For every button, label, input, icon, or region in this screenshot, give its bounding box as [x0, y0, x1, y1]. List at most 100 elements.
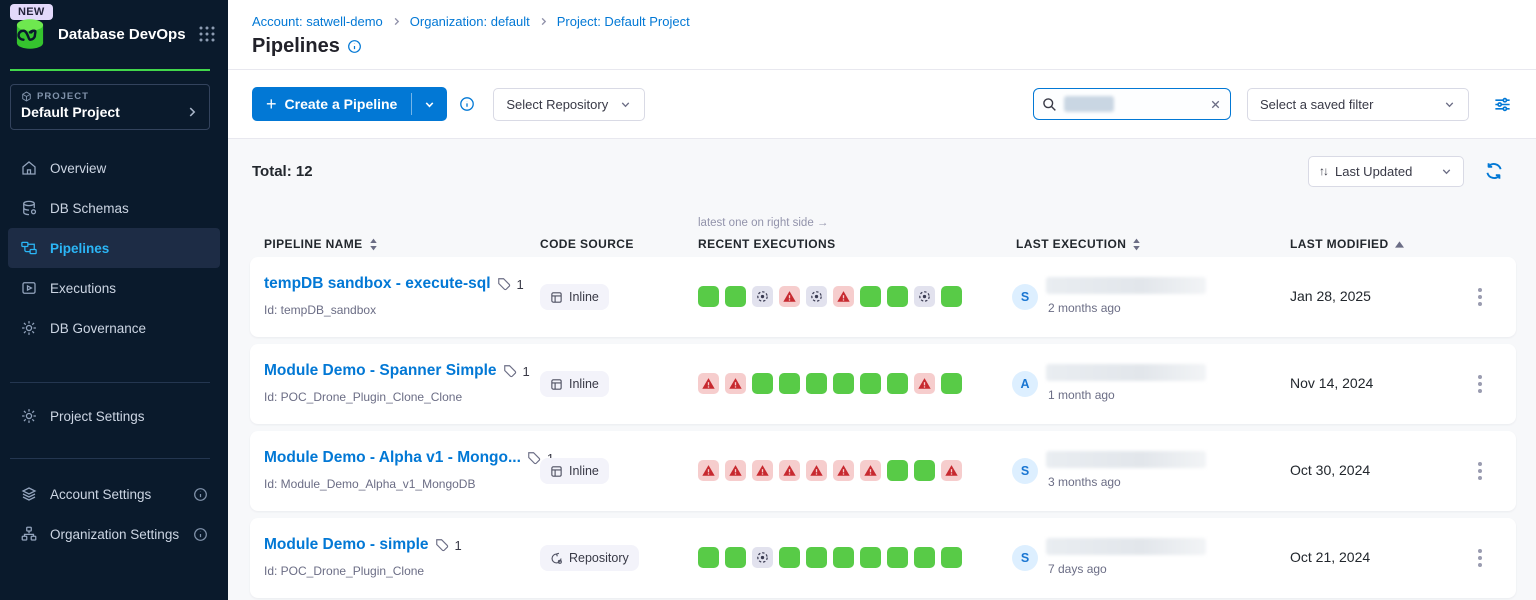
sidebar-item-pipelines[interactable]: Pipelines: [8, 228, 220, 268]
app-grid-icon[interactable]: [198, 25, 216, 43]
close-icon[interactable]: [1209, 98, 1222, 111]
execution-status-failed[interactable]: [698, 373, 719, 394]
cube-icon: [21, 91, 32, 102]
execution-status-success[interactable]: [725, 286, 746, 307]
refresh-icon[interactable]: [1484, 161, 1504, 181]
execution-status-success[interactable]: [887, 373, 908, 394]
sort-dropdown[interactable]: ↑↓ Last Updated: [1308, 156, 1464, 187]
execution-status-failed[interactable]: [914, 373, 935, 394]
table-row[interactable]: Module Demo - Alpha v1 - Mongo... 1 Id: …: [250, 431, 1516, 511]
pipeline-name-link[interactable]: Module Demo - Alpha v1 - Mongo...: [264, 449, 521, 467]
column-header-last-modified[interactable]: LAST MODIFIED: [1290, 237, 1404, 251]
sidebar-item-db-schemas[interactable]: DB Schemas: [8, 188, 220, 228]
execution-status-success[interactable]: [698, 547, 719, 568]
sidebar-item-overview[interactable]: Overview: [8, 148, 220, 188]
avatar[interactable]: S: [1012, 545, 1038, 571]
saved-filter-label: Select a saved filter: [1260, 97, 1373, 112]
select-repository-label: Select Repository: [506, 97, 608, 112]
sidebar-item-db-governance[interactable]: DB Governance: [8, 308, 220, 348]
breadcrumb-account-link[interactable]: Account: satwell-demo: [252, 14, 383, 29]
saved-filter-dropdown[interactable]: Select a saved filter: [1247, 88, 1469, 121]
code-source-badge: Inline: [540, 458, 609, 484]
table-row[interactable]: Module Demo - Spanner Simple 1 Id: POC_D…: [250, 344, 1516, 424]
execution-status-success[interactable]: [806, 547, 827, 568]
pipeline-icon: [20, 239, 38, 257]
execution-status-success[interactable]: [887, 460, 908, 481]
table-row[interactable]: Module Demo - simple 1 Id: POC_Drone_Plu…: [250, 518, 1516, 598]
sidebar: NEW Database DevOps PROJECT: [0, 0, 228, 600]
execution-status-success[interactable]: [914, 547, 935, 568]
sidebar-item-organization-settings[interactable]: Organization Settings: [8, 514, 220, 554]
sidebar-item-account-settings[interactable]: Account Settings: [8, 474, 220, 514]
execution-status-success[interactable]: [806, 373, 827, 394]
search-box[interactable]: [1033, 88, 1231, 120]
execution-status-success[interactable]: [860, 547, 881, 568]
pipeline-name-link[interactable]: Module Demo - simple: [264, 536, 429, 554]
execution-status-failed[interactable]: [941, 460, 962, 481]
execution-status-success[interactable]: [833, 373, 854, 394]
last-modified-date: Nov 14, 2024: [1290, 375, 1373, 391]
breadcrumb-organization-link[interactable]: Organization: default: [410, 14, 530, 29]
breadcrumb: Account: satwell-demo Organization: defa…: [252, 14, 1536, 29]
execution-status-success[interactable]: [779, 373, 800, 394]
execution-status-success[interactable]: [887, 286, 908, 307]
pipeline-id: Id: Module_Demo_Alpha_v1_MongoDB: [264, 477, 554, 491]
info-icon[interactable]: [347, 39, 362, 54]
column-header-pipeline-name[interactable]: PIPELINE NAME: [264, 237, 378, 251]
project-label: PROJECT: [37, 91, 89, 102]
row-menu-kebab-icon[interactable]: [1468, 370, 1492, 398]
sidebar-item-executions[interactable]: Executions: [8, 268, 220, 308]
table-row[interactable]: tempDB sandbox - execute-sql 1 Id: tempD…: [250, 257, 1516, 337]
info-icon[interactable]: [193, 527, 208, 542]
execution-status-success[interactable]: [941, 286, 962, 307]
project-selector[interactable]: PROJECT Default Project: [10, 84, 210, 130]
execution-status-success[interactable]: [914, 460, 935, 481]
execution-status-failed[interactable]: [833, 286, 854, 307]
select-repository-dropdown[interactable]: Select Repository: [493, 88, 645, 121]
row-menu-kebab-icon[interactable]: [1468, 457, 1492, 485]
execution-status-failed[interactable]: [779, 460, 800, 481]
execution-status-aborted[interactable]: [752, 286, 773, 307]
avatar[interactable]: A: [1012, 371, 1038, 397]
pipeline-name-link[interactable]: tempDB sandbox - execute-sql: [264, 275, 491, 293]
execution-status-success[interactable]: [860, 373, 881, 394]
execution-status-success[interactable]: [752, 373, 773, 394]
execution-status-success[interactable]: [725, 547, 746, 568]
execution-status-failed[interactable]: [833, 460, 854, 481]
execution-status-success[interactable]: [779, 547, 800, 568]
chevron-down-icon[interactable]: [412, 98, 447, 111]
filter-sliders-icon[interactable]: [1493, 95, 1512, 114]
sidebar-item-project-settings[interactable]: Project Settings: [8, 396, 220, 436]
execution-status-aborted[interactable]: [806, 286, 827, 307]
execution-status-failed[interactable]: [698, 460, 719, 481]
execution-status-success[interactable]: [833, 547, 854, 568]
info-icon[interactable]: [459, 96, 475, 112]
execution-status-aborted[interactable]: [914, 286, 935, 307]
search-input[interactable]: [1121, 97, 1202, 112]
execution-status-failed[interactable]: [725, 460, 746, 481]
row-menu-kebab-icon[interactable]: [1468, 283, 1492, 311]
breadcrumb-project-link[interactable]: Project: Default Project: [557, 14, 690, 29]
execution-status-failed[interactable]: [779, 286, 800, 307]
pipeline-name-link[interactable]: Module Demo - Spanner Simple: [264, 362, 497, 380]
row-menu-kebab-icon[interactable]: [1468, 544, 1492, 572]
code-source-badge: Repository: [540, 545, 639, 571]
info-icon[interactable]: [193, 487, 208, 502]
execution-status-success[interactable]: [698, 286, 719, 307]
primary-nav: Overview DB Schemas Pipelines Executions…: [8, 148, 220, 348]
avatar[interactable]: S: [1012, 458, 1038, 484]
execution-status-success[interactable]: [887, 547, 908, 568]
chevron-down-icon: [1440, 165, 1453, 178]
create-pipeline-button[interactable]: + Create a Pipeline: [252, 87, 447, 121]
execution-status-success[interactable]: [860, 286, 881, 307]
execution-status-aborted[interactable]: [752, 547, 773, 568]
execution-status-failed[interactable]: [860, 460, 881, 481]
execution-status-success[interactable]: [941, 547, 962, 568]
execution-status-success[interactable]: [941, 373, 962, 394]
execution-status-failed[interactable]: [752, 460, 773, 481]
last-modified-date: Oct 21, 2024: [1290, 549, 1370, 565]
execution-status-failed[interactable]: [725, 373, 746, 394]
column-header-last-execution[interactable]: LAST EXECUTION: [1016, 237, 1141, 251]
avatar[interactable]: S: [1012, 284, 1038, 310]
execution-status-failed[interactable]: [806, 460, 827, 481]
